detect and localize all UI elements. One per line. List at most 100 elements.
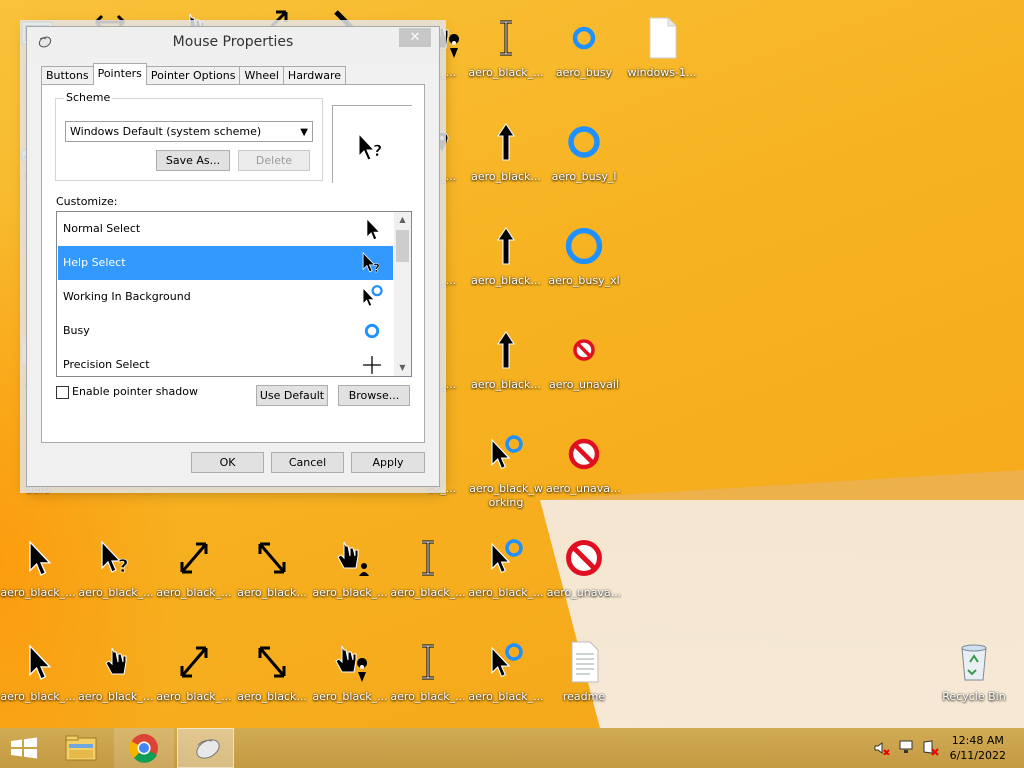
cursor-row-label: Busy — [63, 324, 90, 337]
browse-button[interactable]: Browse... — [338, 385, 410, 406]
speaker-muted-icon[interactable] — [874, 741, 890, 755]
desktop-icon-label: aero_unavail_l — [546, 482, 622, 495]
pointer-shadow-label[interactable]: Enable pointer shadow — [72, 385, 198, 398]
desktop-icon-c3[interactable]: aero_black_... — [156, 634, 232, 728]
close-button[interactable]: ✕ — [399, 28, 431, 47]
working-icon — [486, 536, 526, 580]
tab-pointers[interactable]: Pointers — [92, 63, 147, 85]
ring-m-icon — [564, 120, 604, 164]
tab-pointer-options[interactable]: Pointer Options — [145, 66, 241, 85]
desktop-icon-b6[interactable]: aero_black_... — [390, 530, 466, 626]
desktop-icon-b1[interactable]: aero_black_... — [0, 530, 76, 626]
delete-button[interactable]: Delete — [238, 150, 310, 171]
taskbar-chrome[interactable] — [114, 728, 174, 768]
desktop-icon-label: aero_unavail — [548, 378, 620, 391]
desktop-icon-b5[interactable]: aero_black_... — [312, 530, 388, 626]
help-select-preview-icon: ? — [358, 132, 383, 161]
desktop-icon-c2[interactable]: aero_black_l... — [78, 634, 154, 728]
desktop-icon-aero-busy[interactable]: aero_busy — [546, 10, 622, 106]
nwse-icon — [252, 640, 292, 684]
tab-hardware[interactable]: Hardware — [282, 66, 347, 85]
cursor-row-label: Working In Background — [63, 290, 191, 303]
desktop-icon-label: aero_black... — [471, 170, 541, 183]
desktop-icon-aero-unavail[interactable]: aero_unavail — [546, 322, 622, 418]
desktop-icon-label: aero_black... — [237, 586, 307, 599]
desktop-icon-b3[interactable]: aero_black_... — [156, 530, 232, 626]
cursor-preview: ? — [332, 105, 412, 183]
title-bar[interactable]: Mouse Properties ✕ — [27, 27, 439, 57]
ibeam-icon — [408, 536, 448, 580]
cursor-row-normal-select[interactable]: Normal Select — [58, 212, 393, 246]
scheme-selected-value: Windows Default (system scheme) — [70, 125, 262, 138]
cursor-row-help-select[interactable]: Help Select? — [58, 246, 393, 280]
cursor-list-scrollbar[interactable]: ▲ ▼ — [394, 212, 411, 376]
cursor-list[interactable]: Normal Select Help Select? Working In Back… — [56, 211, 412, 377]
scroll-thumb[interactable] — [396, 230, 409, 262]
desktop-icon-c7[interactable]: aero_black_... — [468, 634, 544, 728]
scroll-up-icon[interactable]: ▲ — [394, 212, 411, 228]
desktop-icon-c8[interactable]: readme — [546, 634, 622, 728]
desktop-icon-aero-up-2[interactable]: aero_black... — [468, 218, 544, 314]
pointers-tab-panel: Scheme Windows Default (system scheme) ▼… — [41, 84, 425, 443]
scroll-down-icon[interactable]: ▼ — [394, 360, 411, 376]
desktop-icon-b8[interactable]: aero_unava... — [546, 530, 622, 626]
nesw-icon — [174, 640, 214, 684]
desktop-icon-c6[interactable]: aero_black_... — [390, 634, 466, 728]
pointer-shadow-checkbox[interactable] — [56, 386, 69, 399]
desktop-icon-label: aero_black_l... — [78, 690, 154, 703]
apply-button[interactable]: Apply — [351, 452, 425, 473]
hand-pin-icon — [330, 640, 370, 684]
arrow-icon — [18, 536, 58, 580]
desktop-icon-label: aero_black... — [471, 378, 541, 391]
network-icon[interactable] — [898, 740, 916, 756]
scheme-select[interactable]: Windows Default (system scheme) ▼ — [65, 121, 313, 142]
desktop-icon-c1[interactable]: aero_black_... — [0, 634, 76, 728]
tab-wheel[interactable]: Wheel — [239, 66, 284, 85]
cursor-row-precision-select[interactable]: Precision Select — [58, 348, 393, 376]
taskbar-file-explorer[interactable] — [56, 728, 106, 768]
desktop-icon-label: aero_black_... — [468, 66, 544, 79]
cancel-button[interactable]: Cancel — [271, 452, 344, 473]
nosign-l-icon — [564, 536, 604, 580]
cursor-row-busy[interactable]: Busy — [58, 314, 393, 348]
tab-buttons[interactable]: Buttons — [41, 66, 94, 85]
desktop-icon-label: aero_black_... — [0, 586, 76, 599]
desktop-icon-b2[interactable]: ? aero_black_... — [78, 530, 154, 626]
desktop-icon-aero-working[interactable]: aero_black_w orking — [468, 426, 544, 522]
taskbar-clock[interactable]: 12:48 AM 6/11/2022 — [950, 733, 1006, 763]
taskbar-mouse-properties[interactable] — [177, 728, 234, 768]
desktop-icon-aero-text[interactable]: aero_black_... — [468, 10, 544, 106]
desktop-icon-aero-up-1[interactable]: aero_black... — [468, 114, 544, 210]
desktop-icon-windows-1[interactable]: windows-1... — [624, 10, 700, 106]
desktop-icon-aero-up-3[interactable]: aero_black... — [468, 322, 544, 418]
start-button[interactable] — [0, 728, 48, 768]
windows-logo-icon — [11, 737, 37, 759]
helparrow-icon: ? — [359, 250, 385, 276]
desktop-icon-label: aero_busy — [555, 66, 613, 79]
nosign-s-icon — [564, 328, 604, 372]
desktop-icon-c5[interactable]: aero_black_... — [312, 634, 388, 728]
desktop-icon-label: aero_black_... — [312, 586, 388, 599]
working-icon — [486, 432, 526, 476]
uparrow-icon — [486, 328, 526, 372]
desktop-icon-c4[interactable]: aero_black... — [234, 634, 310, 728]
desktop-icon-label: aero_black_... — [78, 586, 154, 599]
desktop-icon-label: aero_unava... — [546, 586, 622, 599]
use-default-button[interactable]: Use Default — [256, 385, 328, 406]
file-icon — [642, 16, 682, 60]
ok-button[interactable]: OK — [191, 452, 264, 473]
desktop-icon-aero-unavail-l[interactable]: aero_unavail_l — [546, 426, 622, 522]
ibeam-icon — [408, 640, 448, 684]
clock-date: 6/11/2022 — [949, 749, 1006, 762]
action-center-icon[interactable] — [922, 740, 940, 756]
desktop-icon-recycle-bin[interactable]: Recycle Bin — [936, 634, 1012, 728]
desktop-icon-b4[interactable]: aero_black... — [234, 530, 310, 626]
desktop-icon-b7[interactable]: aero_black_... — [468, 530, 544, 626]
cursor-row-working-in-background[interactable]: Working In Background — [58, 280, 393, 314]
save-as-button[interactable]: Save As... — [156, 150, 230, 171]
clock-time: 12:48 AM — [951, 734, 1004, 747]
ring-l-icon — [564, 224, 604, 268]
ring-s-icon — [359, 318, 385, 344]
desktop-icon-aero-busy-l[interactable]: aero_busy_l — [546, 114, 622, 210]
desktop-icon-aero-busy-xl[interactable]: aero_busy_xl — [546, 218, 622, 314]
